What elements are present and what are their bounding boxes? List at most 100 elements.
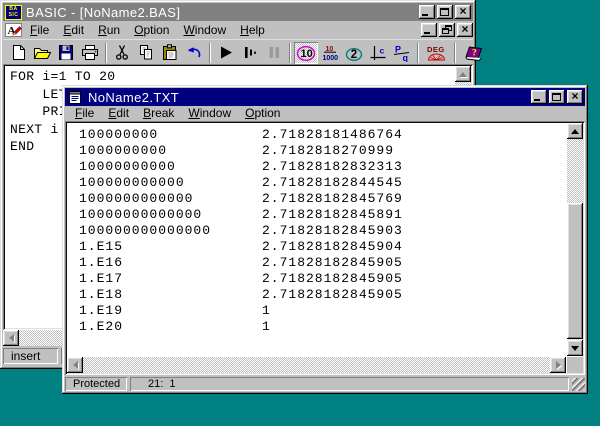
toolbar-separator bbox=[454, 43, 456, 63]
decimal-display-button[interactable]: 10 bbox=[294, 42, 318, 64]
bas-document-icon[interactable]: A bbox=[5, 23, 22, 37]
e-approximation-value: 2.71828182845904 bbox=[262, 239, 403, 255]
output-row: 10000000002.7182818270999 bbox=[67, 143, 566, 159]
menu-help[interactable]: Help bbox=[233, 21, 272, 40]
mdi-restore-button[interactable] bbox=[439, 23, 455, 37]
mdi-close-button[interactable] bbox=[457, 23, 473, 37]
n-value: 1.E20 bbox=[67, 319, 262, 335]
paste-icon bbox=[160, 44, 180, 61]
copy-button[interactable] bbox=[134, 42, 158, 64]
cut-button[interactable] bbox=[110, 42, 134, 64]
output-text-area[interactable]: 1000000002.7182818148676410000000002.718… bbox=[65, 121, 585, 375]
protected-mode-indicator: Protected bbox=[65, 377, 127, 391]
output-row: 100000000000002.71828182845891 bbox=[67, 207, 566, 223]
toolbar-separator bbox=[289, 43, 291, 63]
deg-mode-icon: DEG bbox=[423, 44, 450, 62]
pause-icon bbox=[264, 44, 284, 61]
txt-scrollbar-thumb[interactable] bbox=[567, 203, 583, 339]
open-file-icon bbox=[32, 44, 52, 61]
help-button[interactable]: ? bbox=[459, 42, 488, 64]
p-over-q-icon: P q bbox=[392, 44, 412, 62]
txt-horizontal-scrollbar[interactable] bbox=[67, 357, 566, 373]
base-2-display-button[interactable]: 2 bbox=[342, 42, 366, 64]
n-value: 1.E19 bbox=[67, 303, 262, 319]
save-file-button[interactable] bbox=[54, 42, 78, 64]
output-row: 1.E182.71828182845905 bbox=[67, 287, 566, 303]
pause-button[interactable] bbox=[262, 42, 286, 64]
save-file-icon bbox=[56, 44, 76, 61]
arrow-left-icon bbox=[73, 361, 78, 369]
e-approximation-value: 2.71828182845903 bbox=[262, 223, 403, 239]
main-menubar: A FileEditRunOptionWindowHelp bbox=[3, 21, 473, 39]
scroll-up-button[interactable] bbox=[455, 66, 471, 82]
copy-icon bbox=[136, 44, 156, 61]
main-titlebar[interactable]: BA SIC BASIC - [NoName2.BAS] bbox=[3, 3, 473, 21]
mdi-minimize-button[interactable] bbox=[421, 23, 437, 37]
decimal-10-icon: 10 bbox=[296, 44, 316, 62]
menu-edit[interactable]: Edit bbox=[56, 21, 91, 40]
output-row: 1.E191 bbox=[67, 303, 566, 319]
txt-statusbar: Protected 21: 1 bbox=[65, 377, 585, 391]
deg-mode-button[interactable]: DEG bbox=[422, 42, 451, 64]
maximize-button[interactable] bbox=[437, 5, 453, 19]
output-row: 1.E162.71828182845905 bbox=[67, 255, 566, 271]
run-button[interactable] bbox=[214, 42, 238, 64]
txt-scroll-down-button[interactable] bbox=[567, 340, 583, 356]
undo-button[interactable] bbox=[182, 42, 206, 64]
output-row: 1.E201 bbox=[67, 319, 566, 335]
svg-text:q: q bbox=[403, 53, 409, 62]
help-book-icon: ? bbox=[463, 44, 485, 62]
menu-run[interactable]: Run bbox=[91, 21, 127, 40]
menu-option[interactable]: Option bbox=[127, 21, 176, 40]
resize-grip[interactable] bbox=[572, 378, 585, 391]
n-value: 10000000000 bbox=[67, 159, 262, 175]
n-value: 1.E16 bbox=[67, 255, 262, 271]
n-value: 1000000000 bbox=[67, 143, 262, 159]
cursor-position-indicator: 21: 1 bbox=[130, 377, 569, 391]
txt-scroll-left-button[interactable] bbox=[67, 357, 83, 373]
e-approximation-value: 2.71828182845905 bbox=[262, 255, 403, 271]
paste-button[interactable] bbox=[158, 42, 182, 64]
e-approximation-value: 2.71828181486764 bbox=[262, 127, 403, 143]
txt-close-button[interactable] bbox=[567, 90, 583, 104]
open-file-button[interactable] bbox=[30, 42, 54, 64]
n-value: 10000000000000 bbox=[67, 207, 262, 223]
step-button[interactable] bbox=[238, 42, 262, 64]
scroll-left-button[interactable] bbox=[3, 330, 19, 346]
menu-window[interactable]: Window bbox=[176, 21, 233, 40]
minimize-button[interactable] bbox=[419, 5, 435, 19]
n-value: 1.E17 bbox=[67, 271, 262, 287]
arrow-up-icon bbox=[571, 129, 579, 134]
fraction-10-1000-icon: 10 1000 bbox=[320, 44, 340, 62]
txt-vertical-scrollbar[interactable] bbox=[567, 123, 583, 356]
svg-text:10: 10 bbox=[301, 48, 313, 60]
print-button[interactable] bbox=[78, 42, 102, 64]
n-value: 1.E18 bbox=[67, 287, 262, 303]
toolbar-separator bbox=[417, 43, 419, 63]
output-row: 1000000000000002.71828182845903 bbox=[67, 223, 566, 239]
svg-text:?: ? bbox=[472, 48, 477, 58]
new-file-button[interactable] bbox=[6, 42, 30, 64]
e-approximation-value: 2.71828182845769 bbox=[262, 191, 403, 207]
arrow-up-icon bbox=[459, 72, 467, 77]
app-icon-text-bottom: SIC bbox=[9, 12, 19, 18]
txt-scroll-up-button[interactable] bbox=[567, 123, 583, 139]
fraction-display-button[interactable]: 10 1000 bbox=[318, 42, 342, 64]
base-2-icon: 2 bbox=[344, 44, 364, 62]
print-icon bbox=[80, 44, 100, 61]
output-row: 1.E172.71828182845905 bbox=[67, 271, 566, 287]
p-over-q-button[interactable]: P q bbox=[390, 42, 414, 64]
svg-text:2: 2 bbox=[351, 49, 357, 61]
e-approximation-value: 2.71828182845905 bbox=[262, 271, 403, 287]
insert-mode-indicator: insert bbox=[3, 348, 58, 364]
main-window-title: BASIC - [NoName2.BAS] bbox=[26, 5, 417, 20]
output-row: 1000000000002.71828182844545 bbox=[67, 175, 566, 191]
txt-scroll-right-button[interactable] bbox=[550, 357, 566, 373]
close-button[interactable] bbox=[455, 5, 471, 19]
txt-minimize-button[interactable] bbox=[531, 90, 547, 104]
step-icon bbox=[240, 44, 260, 61]
txt-maximize-button[interactable] bbox=[549, 90, 565, 104]
cut-icon bbox=[112, 44, 132, 61]
axis-constant-button[interactable]: c bbox=[366, 42, 390, 64]
menu-file[interactable]: File bbox=[23, 21, 56, 40]
